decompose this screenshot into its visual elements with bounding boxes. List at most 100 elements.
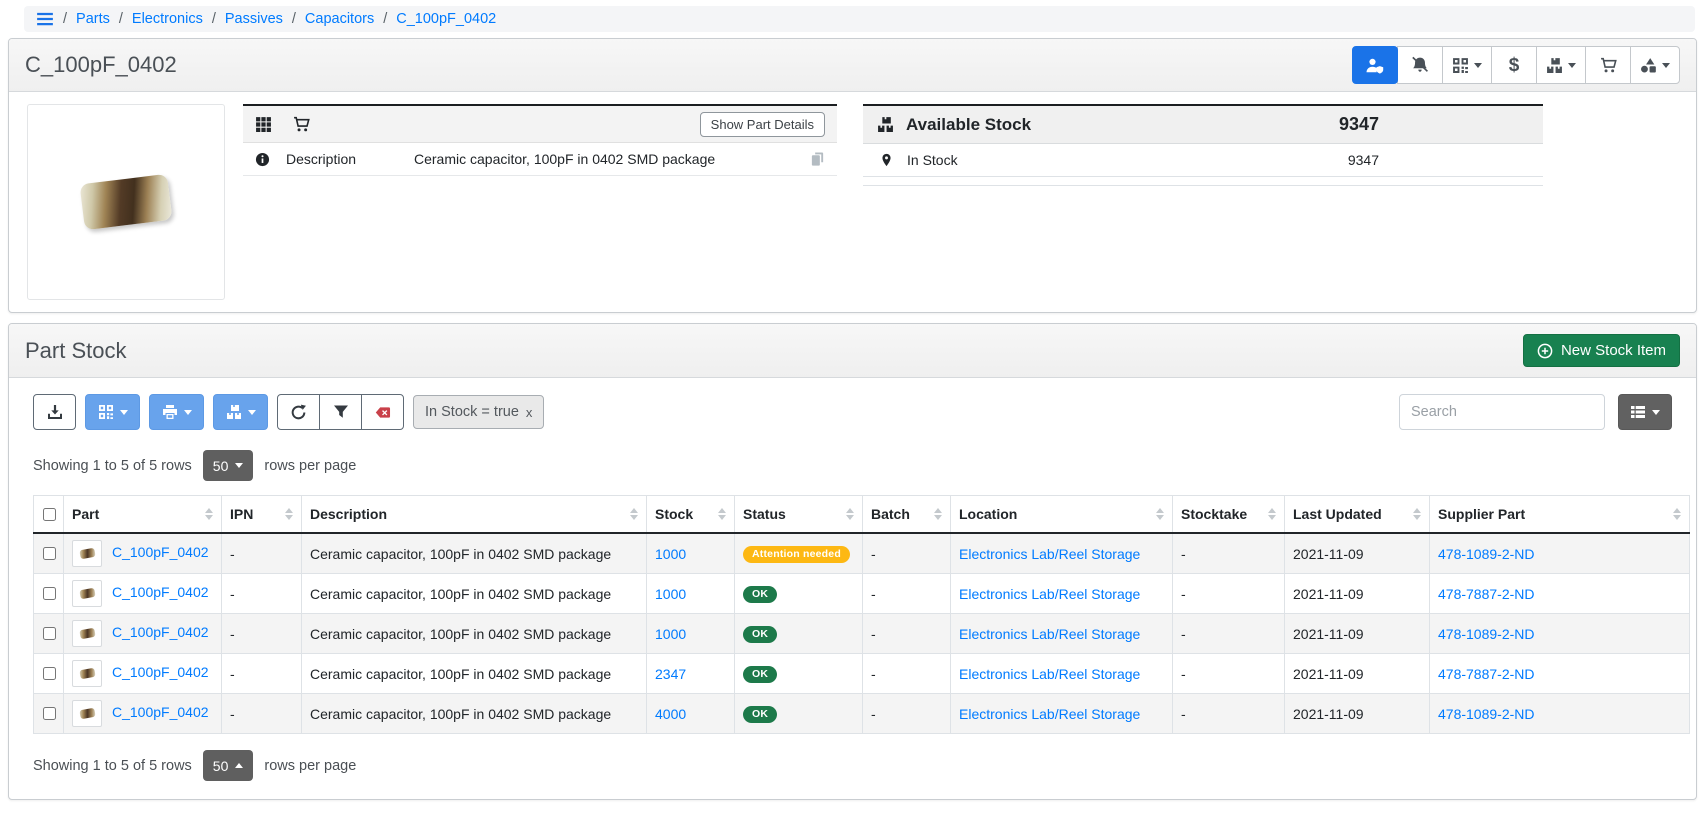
available-stock-header: Available Stock 9347: [863, 106, 1543, 144]
printer-icon: [162, 404, 178, 420]
chevron-down-icon: [1662, 63, 1670, 68]
stocktake-cell: -: [1173, 694, 1285, 734]
location-link[interactable]: Electronics Lab/Reel Storage: [959, 546, 1140, 562]
column-select-button[interactable]: [1618, 394, 1672, 430]
last-updated-cell: 2021-11-09: [1285, 694, 1430, 734]
row-checkbox[interactable]: [43, 667, 56, 680]
column-header-stock[interactable]: Stock: [647, 496, 735, 534]
rows-per-page-label: rows per page: [264, 458, 356, 474]
refresh-button[interactable]: [277, 394, 320, 430]
stock-options-dropdown-button[interactable]: [213, 394, 268, 430]
breadcrumb-link-electronics[interactable]: Electronics: [132, 11, 203, 27]
part-link[interactable]: C_100pF_0402: [112, 704, 209, 720]
status-badge: OK: [743, 586, 777, 604]
chevron-down-icon: [235, 463, 243, 468]
ipn-cell: -: [222, 574, 302, 614]
column-header-batch[interactable]: Batch: [863, 496, 951, 534]
barcode-actions-button[interactable]: [1442, 46, 1492, 84]
table-row: C_100pF_0402 - Ceramic capacitor, 100pF …: [34, 694, 1690, 734]
download-button[interactable]: [33, 394, 76, 430]
part-link[interactable]: C_100pF_0402: [112, 584, 209, 600]
stock-link[interactable]: 1000: [655, 546, 686, 562]
location-link[interactable]: Electronics Lab/Reel Storage: [959, 626, 1140, 642]
info-circle-icon: [255, 152, 270, 167]
grid-icon: [255, 116, 272, 133]
location-link[interactable]: Electronics Lab/Reel Storage: [959, 586, 1140, 602]
column-header-status[interactable]: Status: [735, 496, 863, 534]
row-checkbox[interactable]: [43, 707, 56, 720]
list-columns-icon: [1630, 404, 1646, 420]
new-stock-item-button[interactable]: New Stock Item: [1523, 334, 1680, 367]
part-link[interactable]: C_100pF_0402: [112, 624, 209, 640]
last-updated-cell: 2021-11-09: [1285, 574, 1430, 614]
copy-icon[interactable]: [810, 151, 825, 167]
order-part-button[interactable]: [1585, 46, 1631, 84]
column-header-location[interactable]: Location: [951, 496, 1173, 534]
clear-filters-button[interactable]: [361, 394, 404, 430]
notifications-button[interactable]: [1397, 46, 1443, 84]
part-action-buttons: $: [1352, 46, 1680, 84]
breadcrumb-link-parts[interactable]: Parts: [76, 11, 110, 27]
column-header-part[interactable]: Part: [64, 496, 222, 534]
print-dropdown-button[interactable]: [149, 394, 204, 430]
barcode-dropdown-button[interactable]: [85, 394, 140, 430]
subscribe-button[interactable]: [1352, 46, 1398, 84]
stock-link[interactable]: 4000: [655, 706, 686, 722]
supplier-part-link[interactable]: 478-7887-2-ND: [1438, 586, 1535, 602]
column-header-ipn[interactable]: IPN: [222, 496, 302, 534]
last-updated-cell: 2021-11-09: [1285, 614, 1430, 654]
search-input[interactable]: [1399, 394, 1605, 430]
active-filter-chip[interactable]: In Stock = true x: [413, 395, 544, 429]
part-link[interactable]: C_100pF_0402: [112, 664, 209, 680]
breadcrumb-link-capacitors[interactable]: Capacitors: [305, 11, 374, 27]
stocktake-cell: -: [1173, 533, 1285, 574]
supplier-part-link[interactable]: 478-1089-2-ND: [1438, 626, 1535, 642]
location-link[interactable]: Electronics Lab/Reel Storage: [959, 706, 1140, 722]
table-row: C_100pF_0402 - Ceramic capacitor, 100pF …: [34, 614, 1690, 654]
supplier-part-link[interactable]: 478-1089-2-ND: [1438, 706, 1535, 722]
map-pin-icon: [880, 152, 893, 168]
dollar-icon: $: [1509, 56, 1520, 75]
part-stock-header: Part Stock New Stock Item: [9, 324, 1696, 378]
row-checkbox[interactable]: [43, 627, 56, 640]
filter-button[interactable]: [319, 394, 362, 430]
supplier-part-link[interactable]: 478-7887-2-ND: [1438, 666, 1535, 682]
row-checkbox[interactable]: [43, 547, 56, 560]
menu-icon[interactable]: [36, 10, 54, 28]
location-link[interactable]: Electronics Lab/Reel Storage: [959, 666, 1140, 682]
pricing-button[interactable]: $: [1491, 46, 1537, 84]
status-badge: OK: [743, 626, 777, 644]
part-link[interactable]: C_100pF_0402: [112, 544, 209, 560]
breadcrumb-link-current-part[interactable]: C_100pF_0402: [396, 11, 496, 27]
description-label: Description: [286, 151, 414, 167]
part-actions-button[interactable]: [1630, 46, 1680, 84]
page-size-dropdown[interactable]: 50: [203, 750, 254, 781]
page-size-dropdown[interactable]: 50: [203, 450, 254, 481]
supplier-part-link[interactable]: 478-1089-2-ND: [1438, 546, 1535, 562]
show-part-details-button[interactable]: Show Part Details: [700, 112, 825, 137]
column-header-last-updated[interactable]: Last Updated: [1285, 496, 1430, 534]
select-all-checkbox[interactable]: [43, 508, 56, 521]
table-header-row: Part IPN Description Stock Status Batch …: [34, 496, 1690, 534]
stocktake-cell: -: [1173, 574, 1285, 614]
in-stock-value: 9347: [1348, 152, 1379, 168]
sort-icon: [279, 508, 293, 520]
row-checkbox[interactable]: [43, 587, 56, 600]
breadcrumb-link-passives[interactable]: Passives: [225, 11, 283, 27]
chevron-down-icon: [1474, 63, 1482, 68]
column-header-stocktake[interactable]: Stocktake: [1173, 496, 1285, 534]
remove-filter-icon[interactable]: x: [526, 405, 533, 420]
part-stock-card: Part Stock New Stock Item: [8, 323, 1697, 800]
filter-funnel-icon: [333, 404, 349, 420]
part-image[interactable]: [27, 104, 225, 300]
stock-link[interactable]: 1000: [655, 586, 686, 602]
boxes-icon: [1546, 57, 1563, 74]
ipn-cell: -: [222, 533, 302, 574]
column-header-supplier-part[interactable]: Supplier Part: [1430, 496, 1690, 534]
stock-link[interactable]: 1000: [655, 626, 686, 642]
stock-actions-button[interactable]: [1536, 46, 1586, 84]
available-stock-total: 9347: [1339, 114, 1379, 135]
part-thumbnail: [72, 700, 102, 727]
column-header-description[interactable]: Description: [302, 496, 647, 534]
stock-link[interactable]: 2347: [655, 666, 686, 682]
